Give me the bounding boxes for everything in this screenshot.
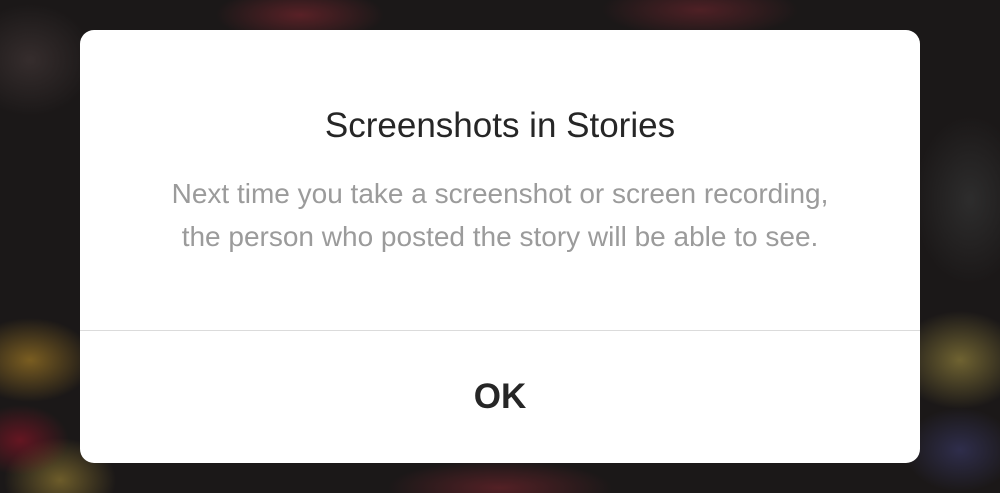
ok-button[interactable]: OK: [80, 331, 920, 463]
dialog-title: Screenshots in Stories: [324, 106, 676, 145]
dialog-message: Next time you take a screenshot or scree…: [171, 178, 829, 252]
screenshot-alert-dialog: Screenshots in Stories Next time you tak…: [80, 30, 920, 463]
